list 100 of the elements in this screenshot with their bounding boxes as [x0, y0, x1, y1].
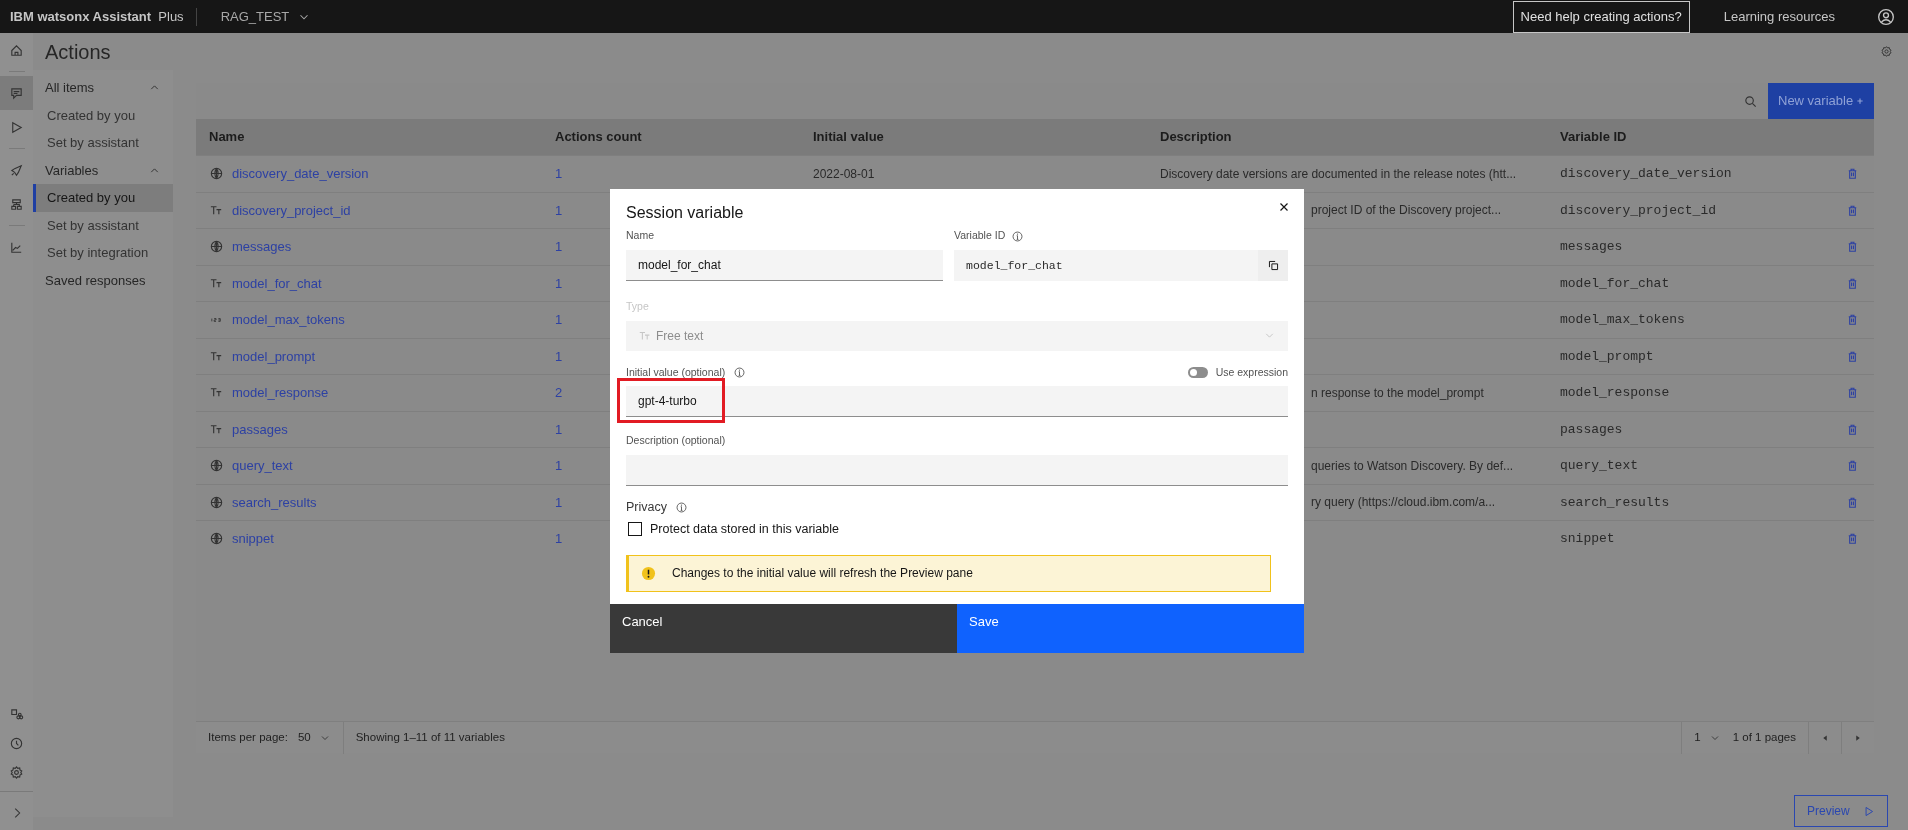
variable-name-link[interactable]: model_for_chat	[232, 273, 322, 293]
warning-icon	[641, 565, 656, 581]
variable-name-link[interactable]: snippet	[232, 529, 274, 549]
page-title: Actions	[45, 39, 111, 64]
variable-name-link[interactable]: discovery_date_version	[232, 164, 369, 184]
dialog-title: Session variable	[626, 203, 744, 223]
initial-value-field[interactable]: gpt-4-turbo	[626, 386, 1288, 418]
column-header: Initial value	[812, 128, 885, 147]
privacy-checkbox[interactable]	[628, 522, 642, 537]
actions-count-link[interactable]: 1	[555, 164, 563, 184]
field-label: Variable ID	[954, 228, 1006, 244]
actions-count-link[interactable]: 1	[555, 237, 563, 257]
pagination-summary: Showing 1–11 of 11 variables	[354, 729, 505, 745]
description-text: ry query (https://cloud.ibm.com/a...	[1311, 494, 1496, 512]
use-expression-toggle[interactable]	[1187, 367, 1208, 379]
column-header: Variable ID	[1559, 128, 1628, 147]
column-header: Actions count	[554, 128, 643, 147]
actions-count-link[interactable]: 1	[555, 529, 563, 549]
actions-count-link[interactable]: 2	[555, 383, 563, 403]
flow-icon	[9, 196, 24, 212]
globe-icon	[209, 494, 224, 510]
variable-id: discovery_date_version	[1560, 165, 1732, 183]
play-icon	[1862, 804, 1875, 818]
nav-item[interactable]: Set by assistant	[33, 129, 173, 157]
variable-id: model_response	[1560, 384, 1670, 402]
globe-icon	[209, 239, 224, 255]
variable-id: model_prompt	[1560, 347, 1654, 366]
product-name: IBM watsonx Assistant Plus	[9, 7, 185, 26]
info-icon	[733, 366, 747, 380]
nav-item[interactable]: Created by you	[33, 101, 173, 129]
description-field[interactable]	[626, 455, 1288, 487]
variable-id: messages	[1560, 238, 1623, 256]
variable-name-link[interactable]: search_results	[232, 492, 317, 512]
variable-id: model_for_chat	[1560, 274, 1670, 293]
globe-icon	[209, 458, 224, 474]
cancel-button[interactable]: Cancel	[610, 603, 957, 653]
variable-name-link[interactable]: discovery_project_id	[232, 200, 351, 220]
nav-item[interactable]: Created by you	[33, 184, 173, 212]
assistant-selector[interactable]: RAG_TEST	[196, 6, 326, 27]
globe-icon	[209, 531, 224, 547]
new-variable-button[interactable]: New variable	[1768, 83, 1874, 119]
column-header: Description	[1159, 128, 1233, 147]
actions-count-link[interactable]: 1	[555, 419, 563, 439]
items-per-page-label: Items per page:	[207, 729, 289, 745]
description-text: n response to the model_prompt	[1311, 384, 1484, 402]
nav-item[interactable]: Set by integration	[33, 239, 173, 267]
help-button[interactable]: Need help creating actions?	[1512, 0, 1690, 33]
learning-resources-link[interactable]: Learning resources	[1689, 0, 1869, 33]
variable-name-link[interactable]: model_response	[232, 383, 329, 403]
variable-name-link[interactable]: query_text	[232, 456, 293, 476]
column-header: Name	[208, 128, 246, 147]
user-icon	[1876, 7, 1895, 26]
actions-count-link[interactable]: 1	[555, 200, 563, 220]
info-icon	[1011, 229, 1025, 243]
description-text: queries to Watson Discovery. By def...	[1311, 457, 1514, 475]
clock-icon	[9, 736, 24, 751]
actions-count-link[interactable]: 1	[555, 346, 563, 366]
actions-count-link[interactable]: 1	[555, 492, 563, 512]
page-count: 1 of 1 pages	[1732, 729, 1797, 745]
play-icon	[9, 119, 24, 135]
description-text: Discovery date versions are documented in the release notes (htt...	[1160, 165, 1517, 183]
copy-icon	[1266, 258, 1280, 272]
field-label: Name	[626, 228, 654, 244]
variable-name-link[interactable]: model_prompt	[232, 346, 316, 366]
items-per-page-select[interactable]: 50	[297, 728, 343, 747]
field-label: Description (optional)	[626, 433, 726, 449]
actions-count-link[interactable]: 1	[555, 310, 563, 330]
variable-id: discovery_project_id	[1560, 201, 1717, 220]
rocket-icon	[9, 162, 24, 178]
notice-text: Changes to the initial value will refresh the Preview pane	[672, 565, 973, 583]
chat-icon	[9, 85, 24, 101]
description-text: project ID of the Discovery project...	[1311, 202, 1502, 220]
home-icon	[9, 42, 24, 58]
integrations-icon	[9, 707, 24, 722]
variable-name-link[interactable]: messages	[232, 237, 292, 257]
globe-icon	[209, 166, 224, 182]
nav-section[interactable]: Variables	[33, 156, 173, 184]
save-button[interactable]: Save	[957, 603, 1304, 653]
name-field[interactable]: model_for_chat	[626, 249, 944, 281]
nav-section[interactable]: All items	[33, 74, 173, 102]
variable-id: model_max_tokens	[1560, 311, 1685, 329]
settings-icon	[1879, 45, 1893, 58]
settings-icon	[9, 765, 24, 780]
page-select[interactable]: 1	[1682, 728, 1733, 747]
nav-section[interactable]: Saved responses	[33, 266, 173, 294]
actions-count-link[interactable]: 1	[555, 456, 563, 476]
preview-button[interactable]: Preview	[1794, 795, 1888, 827]
variable-name-link[interactable]: model_max_tokens	[232, 310, 345, 330]
variable-id: search_results	[1560, 493, 1670, 512]
initial-value: 2022-08-01	[813, 165, 875, 183]
toggle-label: Use expression	[1215, 364, 1288, 380]
type-select: Free text	[626, 320, 1288, 351]
checkbox-label: Protect data stored in this variable	[650, 520, 839, 538]
nav-item[interactable]: Set by assistant	[33, 211, 173, 239]
variable-id: snippet	[1560, 530, 1615, 548]
actions-count-link[interactable]: 1	[555, 273, 563, 293]
variable-name-link[interactable]: passages	[232, 419, 288, 439]
info-icon	[675, 501, 688, 515]
copy-button[interactable]	[1258, 249, 1288, 281]
field-label: Initial value (optional)	[626, 364, 726, 380]
